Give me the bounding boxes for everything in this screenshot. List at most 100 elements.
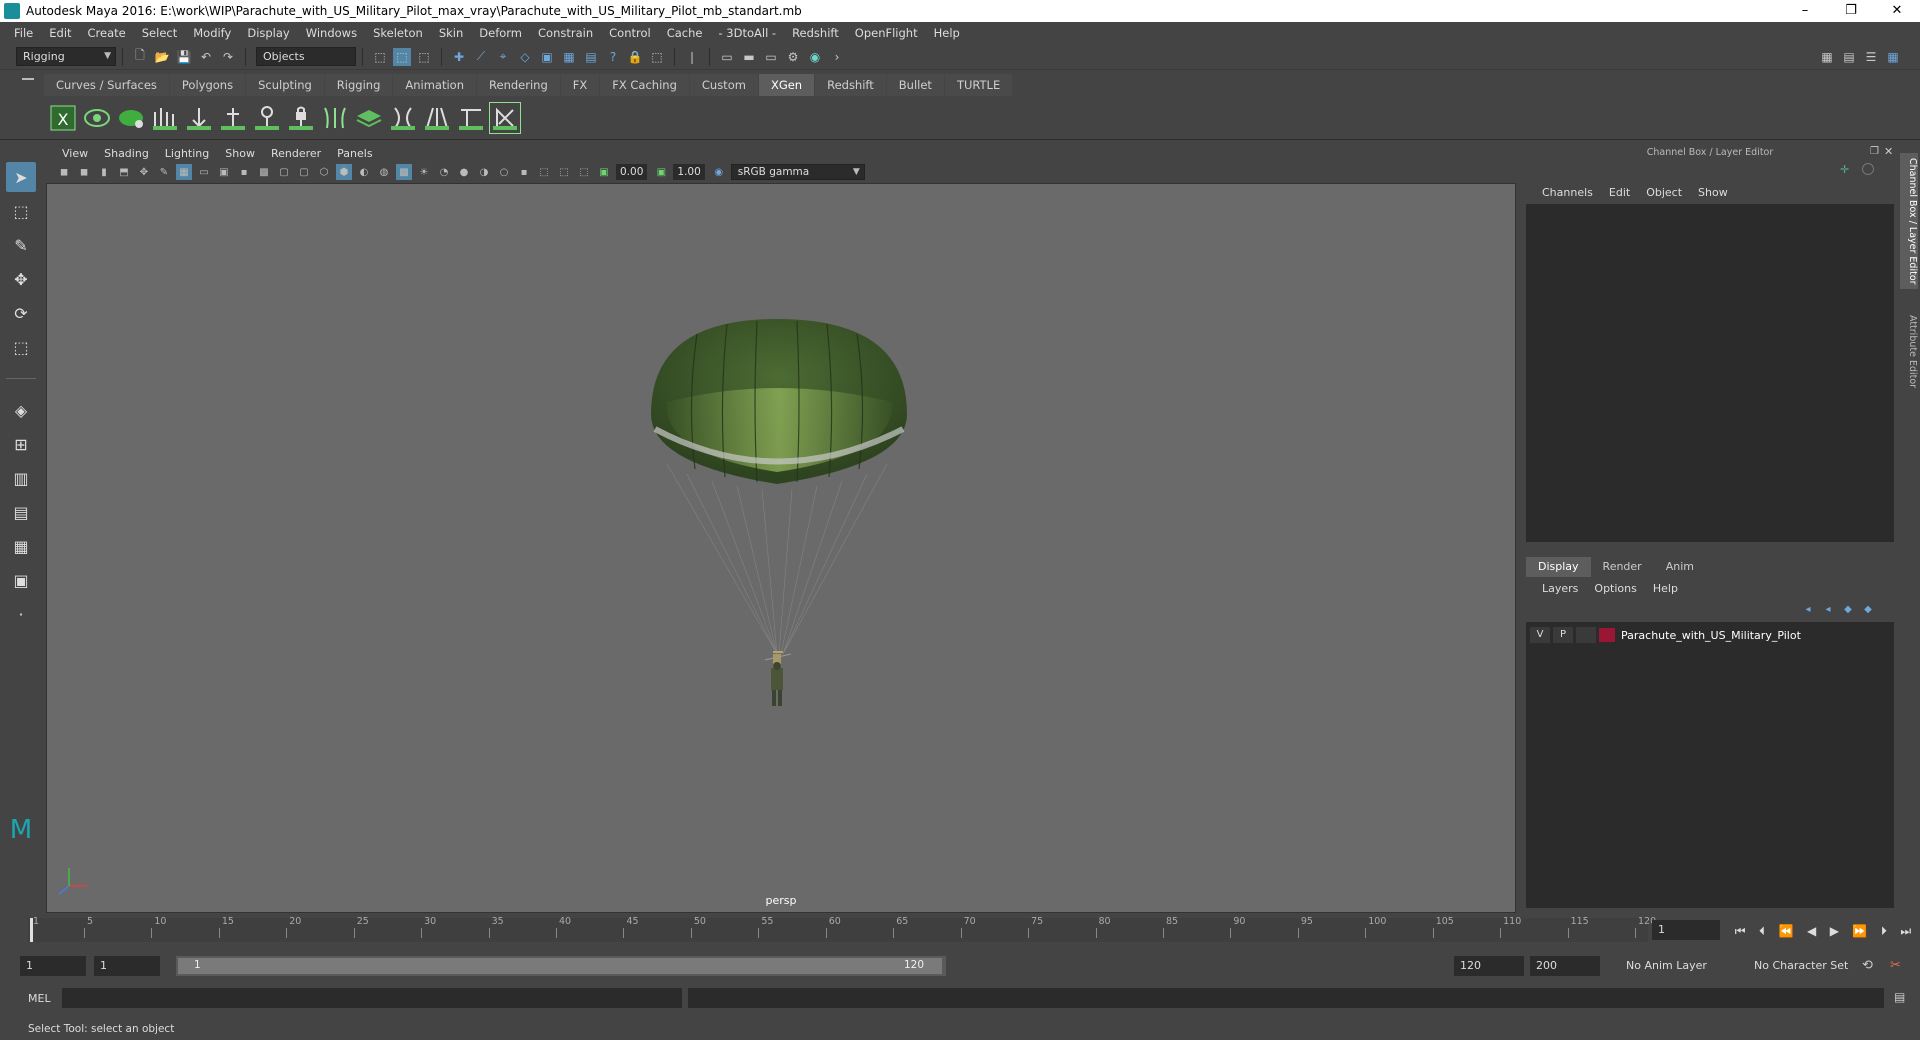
- menu-constrain[interactable]: Constrain: [530, 26, 601, 40]
- channel-box-toggle-icon[interactable]: ▦: [1884, 48, 1902, 66]
- menu-display[interactable]: Display: [239, 26, 297, 40]
- snap-point-icon[interactable]: ⌖: [494, 48, 512, 66]
- shadows-icon[interactable]: ☀: [416, 164, 432, 180]
- snap-edge-icon[interactable]: ▤: [582, 48, 600, 66]
- xgen-layers-icon[interactable]: [354, 103, 384, 133]
- film-gate-icon[interactable]: ▭: [196, 164, 212, 180]
- shelf-tab-fx-caching[interactable]: FX Caching: [600, 74, 689, 96]
- lock-icon[interactable]: 🔒: [626, 48, 644, 66]
- scale-tool-icon[interactable]: ⬚: [6, 332, 36, 362]
- menu-select[interactable]: Select: [134, 26, 185, 40]
- menu-skin[interactable]: Skin: [431, 26, 471, 40]
- move-tool-icon[interactable]: ✥: [6, 264, 36, 294]
- gate-mask-icon[interactable]: ▪: [236, 164, 252, 180]
- command-input[interactable]: [62, 988, 682, 1008]
- viewport-menu-renderer[interactable]: Renderer: [263, 147, 329, 160]
- layer-display-type[interactable]: [1576, 627, 1596, 643]
- current-frame-field[interactable]: 1: [1652, 920, 1720, 940]
- new-layer-from-selected-icon[interactable]: ◆: [1860, 601, 1876, 617]
- four-view-layout-icon[interactable]: ⊞: [6, 429, 36, 459]
- redo-icon[interactable]: ↷: [219, 48, 237, 66]
- step-forward-key-icon[interactable]: ⏩: [1852, 924, 1867, 938]
- layer-playback-toggle[interactable]: P: [1553, 627, 1573, 643]
- current-frame-marker[interactable]: [30, 918, 33, 942]
- new-scene-icon[interactable]: 🗋: [131, 48, 149, 66]
- snap-grid-icon[interactable]: ✚: [450, 48, 468, 66]
- tab-display[interactable]: Display: [1526, 557, 1591, 577]
- float-panel-icon[interactable]: ❐: [1870, 146, 1879, 157]
- layout-menu-icon[interactable]: ·: [6, 599, 36, 629]
- 2d-pan-zoom-icon[interactable]: ✥: [136, 164, 152, 180]
- help-lookup-icon[interactable]: ?: [604, 48, 622, 66]
- playback-end-field[interactable]: 120: [1454, 956, 1524, 976]
- restore-button[interactable]: ❐: [1828, 0, 1874, 22]
- xray-icon[interactable]: ⬚: [536, 164, 552, 180]
- lasso-tool-icon[interactable]: ⬚: [6, 196, 36, 226]
- select-lock-icon[interactable]: ⬚: [648, 48, 666, 66]
- viewport-menu-show[interactable]: Show: [217, 147, 263, 160]
- menu-control[interactable]: Control: [601, 26, 659, 40]
- xgen-sculpt-guides-icon[interactable]: [218, 103, 248, 133]
- xgen-editor-icon[interactable]: X: [48, 103, 78, 133]
- exposure-field[interactable]: 0.00: [616, 164, 648, 180]
- gamma-field[interactable]: 1.00: [673, 164, 705, 180]
- range-slider[interactable]: 1 120: [176, 956, 946, 976]
- undo-icon[interactable]: ↶: [197, 48, 215, 66]
- viewport-menu-shading[interactable]: Shading: [96, 147, 157, 160]
- textured-icon[interactable]: ◍: [376, 164, 392, 180]
- isolate-select-icon[interactable]: ▪: [516, 164, 532, 180]
- time-slider[interactable]: 1 5 10 15 20 25 30 35 40 45 50 55 60 65 70 75 80 85 90 95 10…: [28, 914, 1656, 946]
- menu-file[interactable]: File: [6, 26, 41, 40]
- side-tab-attribute-editor[interactable]: Attribute Editor: [1900, 307, 1918, 397]
- layer-color-swatch[interactable]: [1599, 628, 1615, 642]
- end-time-field[interactable]: 200: [1530, 956, 1600, 976]
- xgen-guides-icon[interactable]: [320, 103, 350, 133]
- shelf-tab-rigging[interactable]: Rigging: [324, 74, 393, 96]
- open-scene-icon[interactable]: 📂: [153, 48, 171, 66]
- smooth-shade-icon[interactable]: ⬢: [336, 164, 352, 180]
- xgen-guide-length-icon[interactable]: [252, 103, 282, 133]
- perspective-viewport[interactable]: persp: [46, 183, 1516, 913]
- xgen-lock-guides-icon[interactable]: [286, 103, 316, 133]
- shelf-tab-sculpting[interactable]: Sculpting: [246, 74, 324, 96]
- start-time-field[interactable]: 1: [20, 956, 86, 976]
- viewport-menu-view[interactable]: View: [54, 147, 96, 160]
- move-layer-up-icon[interactable]: ◂: [1800, 601, 1816, 617]
- render-view-icon[interactable]: ▭: [718, 48, 736, 66]
- expand-icon[interactable]: ›: [828, 48, 846, 66]
- motion-blur-icon[interactable]: ●: [456, 164, 472, 180]
- play-forwards-icon[interactable]: ▶: [1830, 924, 1839, 938]
- bookmark-icon[interactable]: ▮: [96, 164, 112, 180]
- view-transform-dropdown[interactable]: sRGB gamma ▼: [730, 164, 865, 180]
- menu-create[interactable]: Create: [80, 26, 134, 40]
- menu-skeleton[interactable]: Skeleton: [365, 26, 431, 40]
- tab-render[interactable]: Render: [1590, 557, 1654, 577]
- layer-menu-layers[interactable]: Layers: [1534, 582, 1586, 595]
- close-button[interactable]: ✕: [1874, 0, 1920, 22]
- paint-select-tool-icon[interactable]: ✎: [6, 230, 36, 260]
- viewport-menu-panels[interactable]: Panels: [329, 147, 380, 160]
- menu-windows[interactable]: Windows: [298, 26, 365, 40]
- channel-box-body[interactable]: [1526, 204, 1894, 542]
- shelf-tab-fx[interactable]: FX: [560, 74, 600, 96]
- screen-space-ao-icon[interactable]: ◔: [436, 164, 452, 180]
- channel-box-menu-object[interactable]: Object: [1638, 186, 1690, 199]
- snap-live-icon[interactable]: ▣: [538, 48, 556, 66]
- menu-deform[interactable]: Deform: [471, 26, 530, 40]
- channel-box-menu-channels[interactable]: Channels: [1534, 186, 1601, 199]
- manipulator-icon[interactable]: ✛: [1840, 163, 1849, 176]
- menu-3dtoall[interactable]: - 3DtoAll -: [710, 26, 784, 40]
- shelf-tab-rendering[interactable]: Rendering: [477, 74, 560, 96]
- menu-redshift[interactable]: Redshift: [784, 26, 847, 40]
- attribute-editor-toggle-icon[interactable]: ▤: [1840, 48, 1858, 66]
- snap-curve-icon[interactable]: ⟋: [472, 48, 490, 66]
- layer-menu-help[interactable]: Help: [1645, 582, 1686, 595]
- xgen-preview-icon[interactable]: [82, 103, 112, 133]
- render-settings-icon[interactable]: ⚙: [784, 48, 802, 66]
- gamma-icon[interactable]: ▣: [653, 164, 669, 180]
- shelf-tab-animation[interactable]: Animation: [393, 74, 477, 96]
- new-empty-layer-icon[interactable]: ◆: [1840, 601, 1856, 617]
- select-tool-icon[interactable]: ➤: [6, 162, 36, 192]
- select-hierarchy-icon[interactable]: ⬚: [371, 48, 389, 66]
- shelf-tab-redshift[interactable]: Redshift: [815, 74, 886, 96]
